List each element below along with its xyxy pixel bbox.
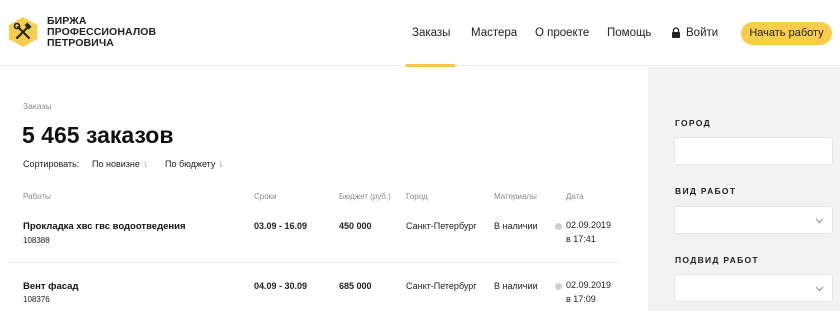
sort-by-budget[interactable]: По бюджету ⇂	[165, 159, 224, 169]
city-input[interactable]	[674, 137, 833, 165]
lock-icon	[672, 27, 680, 38]
order-terms: 04.09 - 30.09	[254, 281, 308, 291]
sort-option-label: По бюджету	[165, 159, 216, 169]
status-dot-icon	[555, 223, 562, 230]
start-work-button[interactable]: Начать работу	[741, 22, 832, 45]
order-city: Санкт-Петербург	[406, 221, 477, 231]
filter-label-work-subtype: ПОДВИД РАБОТ	[675, 255, 759, 265]
order-time: в 17:09	[566, 294, 596, 304]
work-type-select[interactable]	[674, 206, 833, 234]
order-date: 02.09.2019	[566, 220, 612, 230]
nav-help[interactable]: Помощь	[607, 27, 651, 39]
logo-icon[interactable]	[7, 16, 39, 48]
order-time: в 17:41	[566, 234, 596, 244]
sort-by-newest[interactable]: По новизне ⇂	[92, 159, 149, 169]
page-title: 5 465 заказов	[22, 122, 174, 148]
sort-icon: ⇂	[217, 160, 225, 169]
nav-masters[interactable]: Мастера	[471, 27, 517, 39]
status-dot-icon	[555, 283, 562, 290]
order-budget: 685 000	[339, 281, 372, 291]
order-materials: В наличии	[494, 221, 538, 231]
row-divider	[8, 262, 620, 263]
column-header-date: Дата	[566, 192, 584, 201]
column-header-works: Работы	[23, 192, 51, 201]
filter-label-work-type: ВИД РАБОТ	[675, 186, 737, 196]
chevron-down-icon	[815, 286, 824, 292]
logo-text[interactable]: БИРЖА ПРОФЕССИОНАЛОВ ПЕТРОВИЧА	[47, 16, 156, 49]
order-terms: 03.09 - 16.09	[254, 221, 308, 231]
site-header: БИРЖА ПРОФЕССИОНАЛОВ ПЕТРОВИЧА Заказы Ма…	[0, 0, 840, 66]
filter-label-city: ГОРОД	[675, 118, 711, 128]
chevron-down-icon	[815, 218, 824, 224]
column-header-materials: Материалы	[494, 192, 537, 201]
order-title-link[interactable]: Прокладка хвс гвс водоотведения	[23, 221, 186, 232]
nav-orders[interactable]: Заказы	[412, 27, 450, 39]
order-id: 108388	[23, 236, 50, 245]
order-id: 108376	[23, 295, 50, 304]
column-header-city: Город	[406, 192, 428, 201]
nav-about[interactable]: О проекте	[535, 27, 589, 39]
column-header-terms: Сроки	[254, 192, 277, 201]
login-link[interactable]: Войти	[686, 27, 718, 39]
breadcrumb[interactable]: Заказы	[23, 101, 51, 111]
logo-line: ПЕТРОВИЧА	[47, 37, 114, 49]
work-subtype-select[interactable]	[674, 274, 833, 302]
order-budget: 450 000	[339, 221, 372, 231]
order-materials: В наличии	[494, 281, 538, 291]
column-header-budget: Бюджет (руб.)	[339, 192, 391, 201]
order-city: Санкт-Петербург	[406, 281, 477, 291]
sort-option-label: По новизне	[92, 159, 140, 169]
sort-icon: ⇂	[141, 160, 149, 169]
sort-label: Сортировать:	[23, 159, 80, 169]
order-title-link[interactable]: Вент фасад	[23, 281, 78, 292]
nav-active-indicator	[406, 64, 455, 67]
order-date: 02.09.2019	[566, 280, 612, 290]
